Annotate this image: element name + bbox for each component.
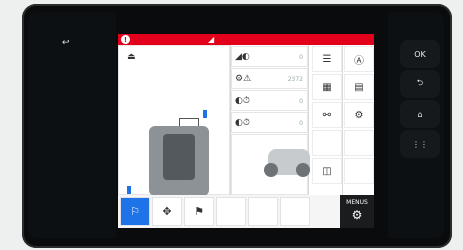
bezel-grid-button[interactable]: ⋮⋮ xyxy=(400,130,440,158)
tractor-panel[interactable] xyxy=(231,134,310,195)
rotor-icon[interactable]: ▤ xyxy=(344,74,374,100)
grid-divider xyxy=(342,45,343,195)
main-screen: ! ◢ ⏏ ◢◐ 0 ⚙⚠ 2372 ◐⏱ 0 ◐⏱ 0 ☰ Ⓐ ▦ ▤ ⚯ ⚙… xyxy=(118,34,374,228)
menu-list-icon[interactable]: ☰ xyxy=(312,46,342,72)
counter-row-4[interactable]: ◐⏱ 0 xyxy=(231,112,308,133)
counter-row-3[interactable]: ◐⏱ 0 xyxy=(231,90,308,111)
total-bales-icon: ⚙⚠ xyxy=(235,74,252,84)
alert-icon[interactable]: ! xyxy=(121,35,130,44)
bezel-back-button[interactable]: ⮌ xyxy=(400,70,440,98)
twine-view-button[interactable]: ⚑ xyxy=(184,197,214,226)
bezel-home-button[interactable]: ⌂ xyxy=(400,100,440,128)
bale-view-button[interactable]: ✥ xyxy=(152,197,182,226)
auto-mode-icon[interactable]: Ⓐ xyxy=(344,46,374,72)
empty-cell xyxy=(312,130,342,156)
counter-value-3: 0 xyxy=(299,98,303,105)
empty-cell xyxy=(344,158,374,184)
counter-value-2: 2372 xyxy=(287,76,303,83)
empty-button[interactable] xyxy=(216,197,246,226)
bezel-left xyxy=(28,12,116,238)
menus-button[interactable]: MENUS ⚙ xyxy=(340,195,374,228)
cutter-icon[interactable]: ⚙ xyxy=(344,102,374,128)
empty-button[interactable] xyxy=(280,197,310,226)
timer-icon: ◐⏱ xyxy=(235,118,250,128)
machine-panel[interactable]: ⏏ xyxy=(118,45,230,196)
counter-value-4: 0 xyxy=(299,120,303,127)
pickup-icon[interactable]: ▦ xyxy=(312,74,342,100)
empty-cell xyxy=(344,130,374,156)
bezel-ok-button[interactable]: OK xyxy=(400,40,440,68)
implement-icon: ⏏ xyxy=(127,52,136,62)
counter-value-1: 0 xyxy=(299,54,303,61)
tractor-wheel xyxy=(296,163,310,177)
status-tag xyxy=(127,186,131,194)
knife-icon[interactable]: ⚯ xyxy=(312,102,342,128)
gear-icon: ⚙ xyxy=(351,208,363,222)
status-tag xyxy=(203,110,207,118)
bale-chamber xyxy=(163,134,195,180)
bezel-back-icon[interactable]: ↩ xyxy=(62,38,70,48)
timer-icon: ◐⏱ xyxy=(235,96,250,106)
bale-count-icon: ◢◐ xyxy=(235,52,250,62)
baler-graphic xyxy=(149,126,209,196)
brand-icon: ◢ xyxy=(208,35,215,44)
tractor-wheel xyxy=(264,163,278,177)
home-view-button[interactable]: ⚐ xyxy=(120,197,150,226)
counter-row-1[interactable]: ◢◐ 0 xyxy=(231,46,308,67)
empty-button[interactable] xyxy=(248,197,278,226)
selector-icon[interactable]: ◫ xyxy=(312,158,342,184)
menus-label: MENUS xyxy=(346,199,368,206)
bottom-toolbar: ⚐ ✥ ⚑ xyxy=(118,195,374,228)
status-bar: ! ◢ xyxy=(118,34,374,45)
tractor-graphic xyxy=(264,149,310,177)
counter-row-2[interactable]: ⚙⚠ 2372 xyxy=(231,68,308,89)
